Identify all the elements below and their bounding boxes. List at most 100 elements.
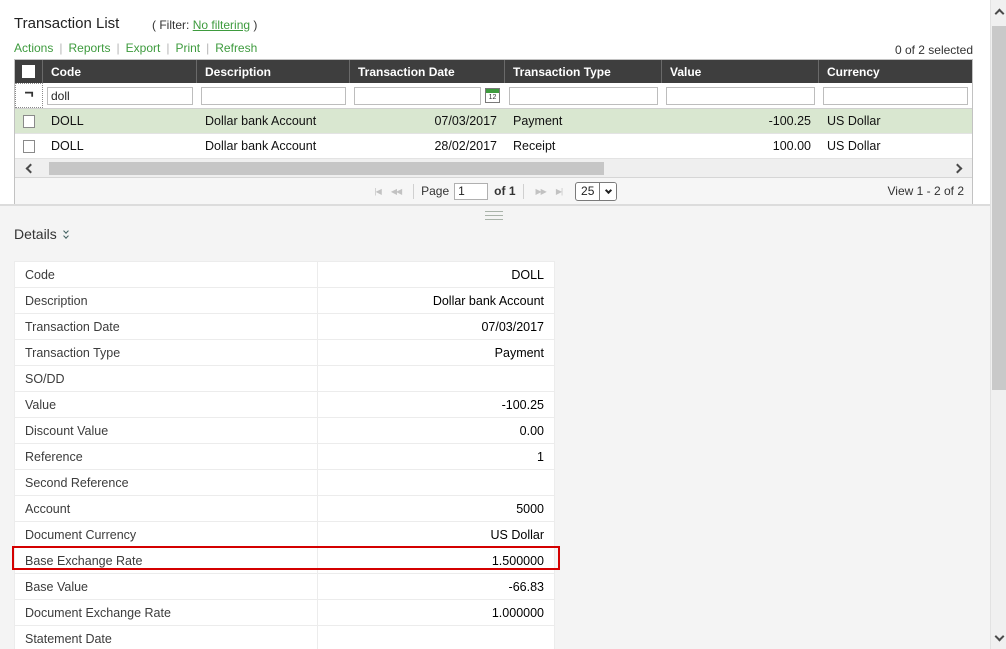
currency-filter-input[interactable] [823, 87, 968, 105]
page-size-select[interactable]: 25 [575, 182, 617, 201]
refresh-menu[interactable]: Refresh [215, 41, 257, 55]
detail-label: Statement Date [15, 626, 318, 649]
transaction-list-page: Transaction List ( Filter: No filtering … [0, 0, 1006, 649]
toolbar-separator: | [166, 41, 169, 55]
details-heading[interactable]: Details [14, 226, 68, 242]
actions-menu[interactable]: Actions [14, 41, 53, 55]
detail-row: Discount Value0.00 [15, 418, 554, 444]
page-of-label: of 1 [494, 184, 515, 198]
page-size-dropdown-button[interactable] [599, 182, 616, 201]
cell-currency: US Dollar [819, 134, 972, 158]
cell-transaction-date: 07/03/2017 [350, 109, 505, 133]
table-row[interactable]: DOLL Dollar bank Account 07/03/2017 Paym… [15, 109, 972, 134]
scroll-right-icon [952, 163, 962, 173]
column-header-transaction-type[interactable]: Transaction Type [505, 60, 662, 83]
filter-operator-cell[interactable]: ¬ [15, 83, 43, 108]
horizontal-scrollbar[interactable] [15, 159, 972, 178]
row-checkbox[interactable] [23, 115, 35, 128]
code-filter-input[interactable] [47, 87, 193, 105]
detail-label: Code [15, 262, 318, 287]
description-filter-input[interactable] [201, 87, 346, 105]
transaction-date-filter-input[interactable] [354, 87, 481, 105]
grid-header-row: Code Description Transaction Date Transa… [15, 60, 972, 83]
detail-row: Transaction TypePayment [15, 340, 554, 366]
detail-value: 1.000000 [318, 600, 554, 625]
detail-value: Dollar bank Account [318, 288, 554, 313]
transaction-type-filter-input[interactable] [509, 87, 658, 105]
scroll-left-icon [25, 163, 35, 173]
table-row[interactable]: DOLL Dollar bank Account 28/02/2017 Rece… [15, 134, 972, 159]
splitter-grip[interactable] [485, 211, 503, 220]
first-page-icon[interactable]: |◀ [375, 187, 381, 196]
reports-menu[interactable]: Reports [68, 41, 110, 55]
cell-code: DOLL [43, 109, 197, 133]
detail-row: DescriptionDollar bank Account [15, 288, 554, 314]
select-all-cell [15, 60, 43, 83]
print-menu[interactable]: Print [175, 41, 200, 55]
select-all-checkbox[interactable] [22, 65, 35, 78]
prev-page-icon[interactable]: ◀◀ [391, 187, 401, 196]
detail-value: -66.83 [318, 574, 554, 599]
detail-label: Transaction Type [15, 340, 318, 365]
scroll-left-button[interactable] [15, 159, 45, 178]
cell-value: 100.00 [662, 134, 819, 158]
cell-description: Dollar bank Account [197, 134, 350, 158]
detail-label: Document Currency [15, 522, 318, 547]
value-filter-input[interactable] [666, 87, 815, 105]
vertical-scroll-thumb[interactable] [992, 26, 1006, 390]
scroll-down-button[interactable] [991, 627, 1006, 645]
export-menu[interactable]: Export [126, 41, 161, 55]
detail-value: 07/03/2017 [318, 314, 554, 339]
horizontal-scroll-track[interactable] [45, 162, 942, 175]
row-checkbox[interactable] [23, 140, 35, 153]
cell-currency: US Dollar [819, 109, 972, 133]
cell-transaction-type: Payment [505, 109, 662, 133]
detail-value: Payment [318, 340, 554, 365]
row-checkbox-cell [15, 134, 43, 158]
detail-row: Second Reference [15, 470, 554, 496]
detail-value: 5000 [318, 496, 554, 521]
detail-row: SO/DD [15, 366, 554, 392]
cell-description: Dollar bank Account [197, 109, 350, 133]
detail-label: Description [15, 288, 318, 313]
cell-value: -100.25 [662, 109, 819, 133]
vertical-scrollbar[interactable] [990, 0, 1006, 649]
toolbar-separator: | [59, 41, 62, 55]
filter-operator-icon: ¬ [24, 89, 33, 99]
detail-label: Value [15, 392, 318, 417]
detail-row: Statement Date [15, 626, 554, 649]
column-header-currency[interactable]: Currency [819, 60, 972, 83]
details-pane: Details CodeDOLL DescriptionDollar bank … [0, 204, 990, 649]
column-header-value[interactable]: Value [662, 60, 819, 83]
next-page-icon[interactable]: ▶▶ [536, 187, 546, 196]
page-size-value: 25 [576, 184, 599, 198]
transaction-grid: Code Description Transaction Date Transa… [14, 59, 973, 204]
detail-row-highlighted: Base Exchange Rate1.500000 [15, 548, 554, 574]
scroll-up-button[interactable] [991, 4, 1006, 22]
grid-filter-row: ¬ 12 [15, 83, 972, 109]
column-header-code[interactable]: Code [43, 60, 197, 83]
detail-row: Base Value-66.83 [15, 574, 554, 600]
pager: |◀ ◀◀ Page of 1 ▶▶ ▶| 25 View 1 - 2 of 2 [15, 178, 972, 204]
toolbar-separator: | [206, 41, 209, 55]
scroll-right-button[interactable] [942, 159, 972, 178]
detail-label: Base Exchange Rate [15, 548, 318, 573]
detail-row: CodeDOLL [15, 262, 554, 288]
filter-info: ( Filter: No filtering ) [152, 18, 257, 32]
no-filtering-link[interactable]: No filtering [193, 18, 250, 32]
page-number-input[interactable] [454, 183, 488, 200]
detail-row: Document Exchange Rate1.000000 [15, 600, 554, 626]
calendar-icon[interactable]: 12 [485, 88, 500, 103]
detail-label: Account [15, 496, 318, 521]
detail-value: -100.25 [318, 392, 554, 417]
column-header-transaction-date[interactable]: Transaction Date [350, 60, 505, 83]
detail-label: Base Value [15, 574, 318, 599]
detail-row: Reference1 [15, 444, 554, 470]
last-page-icon[interactable]: ▶| [556, 187, 562, 196]
toolbar-separator: | [117, 41, 120, 55]
selection-status: 0 of 2 selected [895, 43, 973, 57]
horizontal-scroll-thumb[interactable] [49, 162, 604, 175]
calendar-icon-day: 12 [486, 93, 499, 102]
detail-label: SO/DD [15, 366, 318, 391]
column-header-description[interactable]: Description [197, 60, 350, 83]
